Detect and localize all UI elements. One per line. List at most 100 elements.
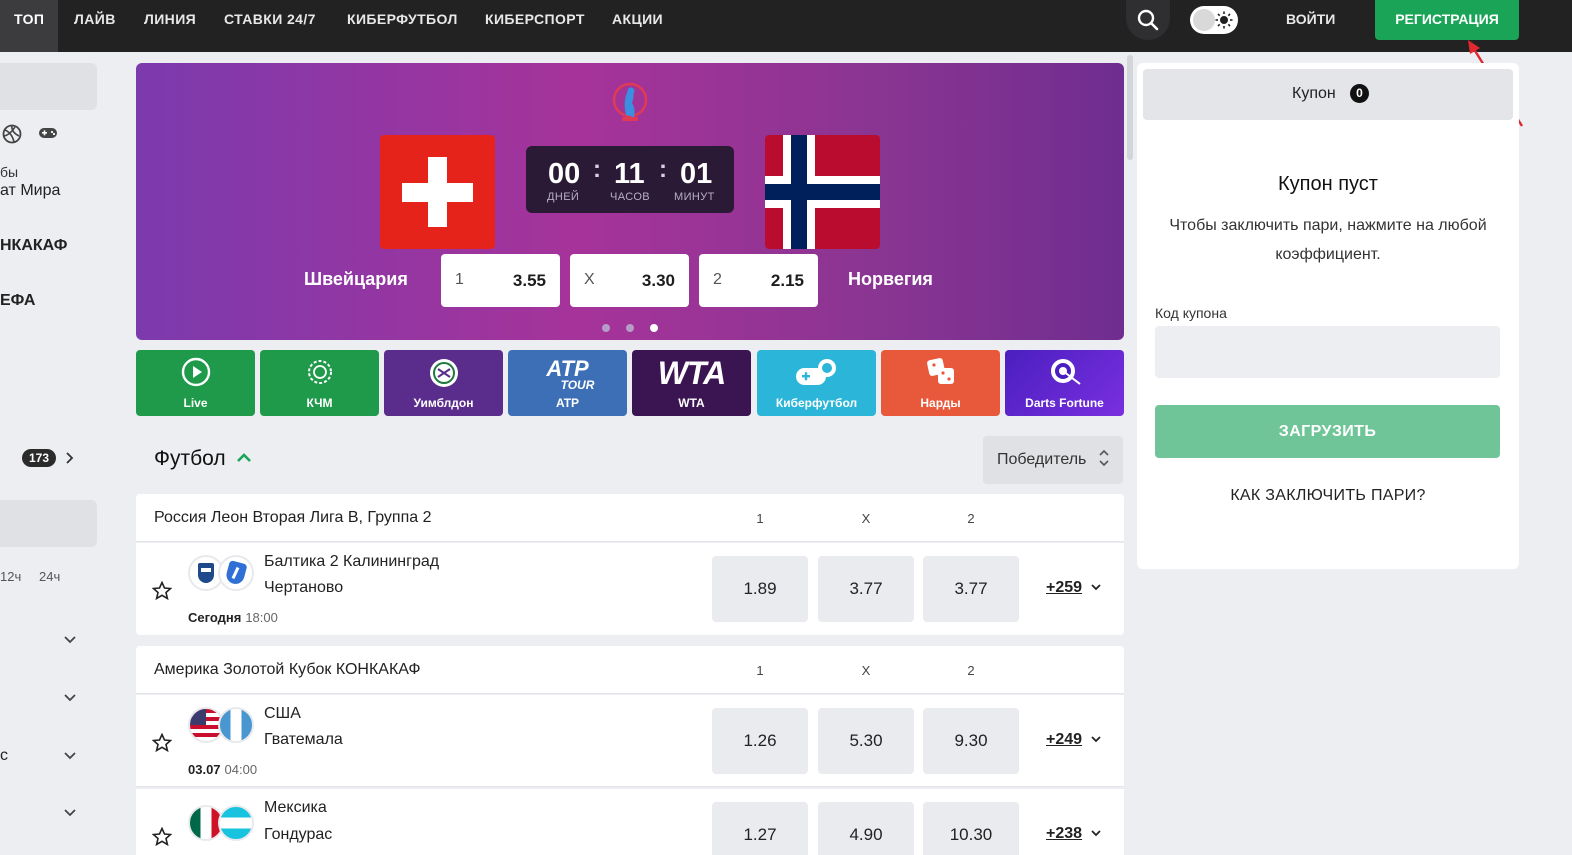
match-row[interactable]: Мексика Гондурас 1.27 4.90 10.30 +238 [136, 789, 1124, 855]
odd-button-2[interactable]: 10.30 [923, 802, 1019, 855]
tile-cyberfootball[interactable]: Киберфутбол [757, 350, 876, 416]
tile-live[interactable]: Live [136, 350, 255, 416]
tile-atp[interactable]: ATP TOUR ATP [508, 350, 627, 416]
chevron-down-icon[interactable] [64, 694, 76, 702]
search-button[interactable] [1126, 0, 1170, 40]
timer-hours: 11 [614, 158, 645, 190]
timer-colon: : [593, 156, 601, 183]
carousel-dot-active[interactable] [650, 324, 658, 332]
sidebar-text-uefa[interactable]: ЕФА [0, 292, 35, 310]
atp-logo: ATP TOUR [546, 356, 595, 392]
tile-wimbledon[interactable]: Уимблдон [384, 350, 503, 416]
tile-backgammon[interactable]: Нарды [881, 350, 1000, 416]
login-button[interactable]: ВОЙТИ [1286, 0, 1335, 40]
market-select[interactable]: Победитель [983, 436, 1123, 484]
time-filter-24h[interactable]: 24ч [39, 569, 60, 584]
promo-banner[interactable]: 00 : 11 : 01 ДНЕЙ ЧАСОВ МИНУТ Швейцария … [136, 63, 1124, 340]
star-icon[interactable] [152, 733, 172, 752]
sidebar-block-2[interactable] [0, 500, 97, 547]
nav-item-bets-247[interactable]: СТАВКИ 24/7 [224, 0, 316, 52]
register-button[interactable]: РЕГИСТРАЦИЯ [1375, 0, 1519, 40]
timer-minutes-label: МИНУТ [674, 191, 715, 203]
odd-button-1[interactable]: 1.27 [712, 802, 808, 855]
odd-button-2[interactable]: 3.77 [923, 556, 1019, 622]
match-date: Сегодня [188, 610, 242, 625]
star-icon[interactable] [152, 827, 172, 846]
tile-label: Киберфутбол [775, 396, 858, 410]
sidebar-text-5[interactable]: с [0, 747, 8, 765]
gamepad-icon[interactable] [38, 126, 58, 140]
league-title: Золотой Кубок КОНКАКАФ [223, 661, 421, 678]
volleyball-icon[interactable] [2, 124, 22, 144]
odd-key: X [584, 271, 595, 288]
banner-odd-x[interactable]: X 3.30 [570, 254, 689, 307]
switzerland-flag [380, 135, 495, 249]
how-to-bet-link[interactable]: КАК ЗАКЛЮЧИТЬ ПАРИ? [1137, 487, 1519, 505]
carousel-dot[interactable] [626, 324, 634, 332]
banner-home-team: Швейцария [304, 269, 408, 289]
guatemala-flag-logo [218, 707, 254, 743]
odd-button-x[interactable]: 3.77 [818, 556, 914, 622]
tile-darts-fortune[interactable]: Darts Fortune [1005, 350, 1124, 416]
more-markets-link[interactable]: +238 [1046, 825, 1082, 843]
load-coupon-button[interactable]: ЗАГРУЗИТЬ [1155, 405, 1500, 458]
match-row[interactable]: США Гватемала 03.07 04:00 1.26 5.30 9.30 … [136, 695, 1124, 787]
nav-item-cyberfootball[interactable]: КИБЕРФУТБОЛ [347, 0, 458, 52]
nav-item-top[interactable]: ТОП [0, 0, 59, 52]
chevron-down-icon[interactable] [64, 809, 76, 817]
chevron-down-icon[interactable] [64, 636, 76, 644]
odd-button-1[interactable]: 1.89 [712, 556, 808, 622]
odd-button-2[interactable]: 9.30 [923, 708, 1019, 774]
chevron-down-icon[interactable] [1090, 581, 1102, 593]
wimbledon-icon [429, 359, 458, 387]
theme-toggle[interactable] [1190, 6, 1238, 34]
dice-icon [926, 358, 954, 384]
league-header[interactable]: Россия Леон Вторая Лига В, Группа 2 1 X … [136, 494, 1124, 542]
sidebar-active-block[interactable] [0, 63, 97, 110]
nav-item-live[interactable]: ЛАЙВ [74, 0, 116, 52]
timer-hours-label: ЧАСОВ [610, 191, 651, 203]
tile-label: Live [183, 396, 208, 410]
nav-item-line[interactable]: ЛИНИЯ [144, 0, 196, 52]
chevron-down-icon[interactable] [1090, 733, 1102, 745]
time-filter-12h[interactable]: 12ч [0, 569, 21, 584]
banner-odd-2[interactable]: 2 2.15 [699, 254, 818, 307]
more-markets-link[interactable]: +249 [1046, 731, 1082, 749]
chevron-down-icon[interactable] [1090, 827, 1102, 839]
more-markets-link[interactable]: +259 [1046, 579, 1082, 597]
scrollbar[interactable] [1127, 55, 1133, 160]
section-title[interactable]: Футбол [154, 447, 226, 471]
honduras-flag-logo [218, 805, 254, 841]
odd-button-x[interactable]: 5.30 [818, 708, 914, 774]
sidebar-text-world-cup[interactable]: ат Мира [0, 182, 60, 200]
coupon-code-input[interactable] [1155, 326, 1500, 378]
league-header[interactable]: Америка Золотой Кубок КОНКАКАФ 1 X 2 [136, 646, 1124, 694]
match-time: Сегодня 18:00 [188, 610, 278, 625]
match-hour: 04:00 [224, 762, 258, 777]
odd-button-x[interactable]: 4.90 [818, 802, 914, 855]
coupon-tab[interactable]: Купон 0 [1143, 69, 1513, 120]
match-row[interactable]: Балтика 2 Калининград Чертаново Сегодня 1… [136, 543, 1124, 635]
nav-item-cybersport[interactable]: КИБЕРСПОРТ [485, 0, 585, 52]
tile-label: ATP [555, 396, 580, 410]
star-icon[interactable] [152, 581, 172, 600]
coupon-empty-title: Купон пуст [1278, 173, 1378, 195]
league-name: Россия Леон Вторая Лига В, Группа 2 [154, 509, 431, 527]
chevron-up-icon[interactable] [236, 451, 252, 463]
banner-odd-1[interactable]: 1 3.55 [441, 254, 560, 307]
sidebar-text-concacaf[interactable]: НКАКАФ [0, 237, 67, 255]
chevron-right-icon[interactable] [65, 451, 75, 465]
sort-icon [1099, 449, 1109, 467]
chevron-down-icon[interactable] [64, 752, 76, 760]
banner-away-team: Норвегия [848, 269, 933, 289]
column-header-2: 2 [967, 511, 975, 526]
column-header-x: X [861, 663, 871, 678]
odd-key: 1 [455, 271, 464, 288]
match-hour: 18:00 [245, 610, 278, 625]
tile-wta[interactable]: WTA WTA [632, 350, 751, 416]
coupon-empty-description: Чтобы заключить пари, нажмите на любой к… [1169, 217, 1487, 263]
odd-button-1[interactable]: 1.26 [712, 708, 808, 774]
carousel-dot[interactable] [602, 324, 610, 332]
tile-kchm[interactable]: КЧМ [260, 350, 379, 416]
nav-item-promotions[interactable]: АКЦИИ [612, 0, 663, 52]
